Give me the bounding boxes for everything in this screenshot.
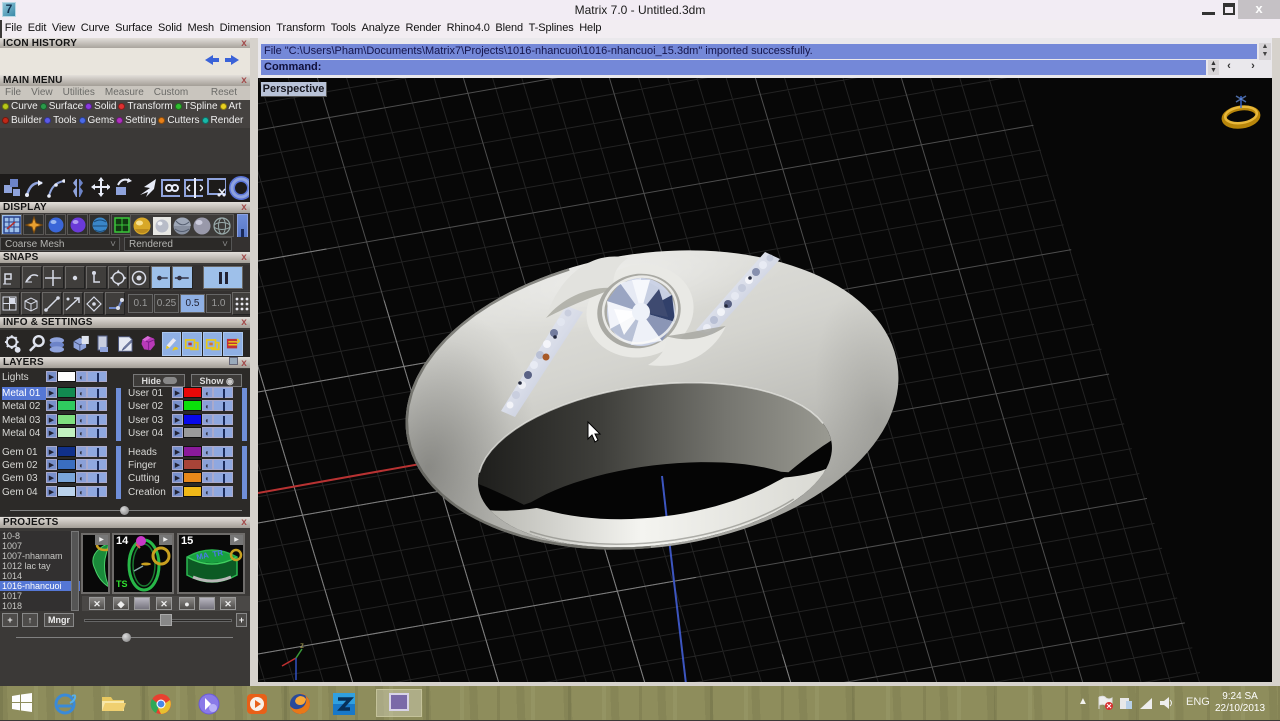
svg-text:z: z [300,641,304,650]
svg-text:TR: TR [212,548,224,559]
svg-text:TS: TS [116,579,128,589]
